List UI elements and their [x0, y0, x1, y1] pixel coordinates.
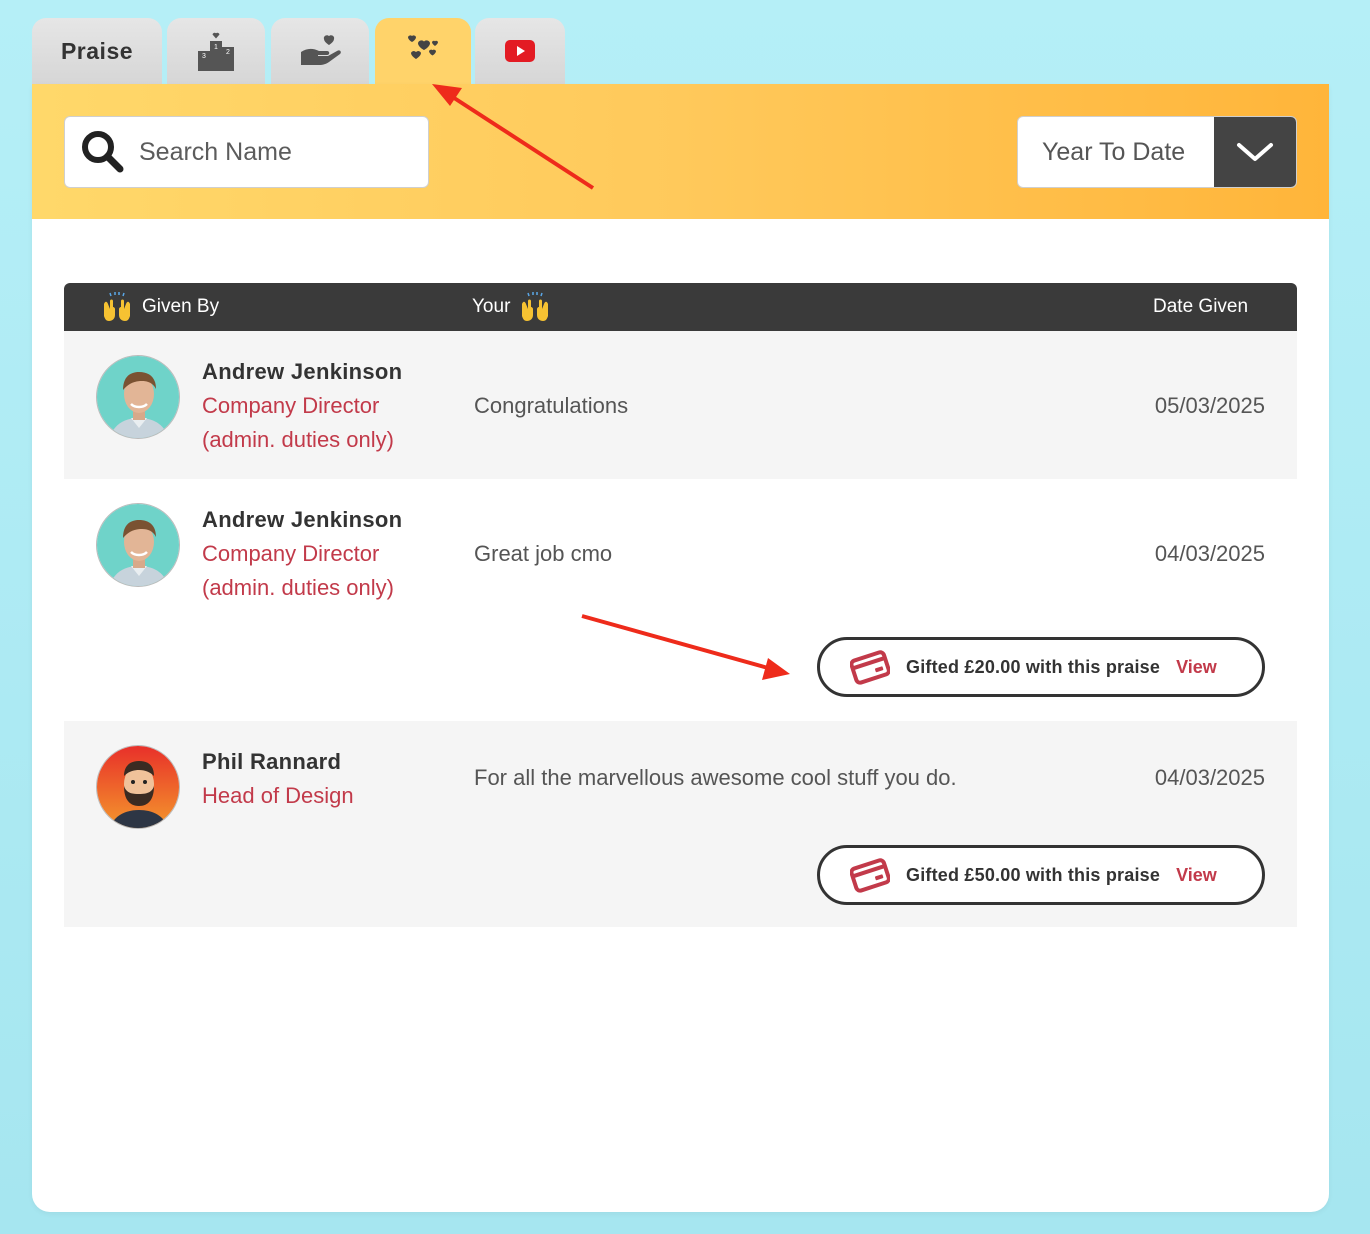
avatar-phil-rannard-image: [97, 746, 179, 828]
table-row: Andrew Jenkinson Company Director (admin…: [64, 479, 1297, 721]
heart-in-hand-icon: [301, 35, 341, 65]
praise-date: 04/03/2025: [1154, 765, 1265, 790]
praise-table-header: Given By Your Date Given: [64, 283, 1297, 331]
search-box[interactable]: [64, 116, 429, 188]
giver-name[interactable]: Phil Rannard: [202, 745, 354, 779]
raising-hands-icon: [522, 292, 549, 321]
praise-date: 04/03/2025: [1154, 541, 1265, 566]
svg-text:1: 1: [214, 44, 218, 51]
gift-view-link[interactable]: View: [1176, 865, 1217, 886]
praise-date: 05/03/2025: [1154, 393, 1265, 418]
giver-name[interactable]: Andrew Jenkinson: [202, 355, 402, 389]
avatar[interactable]: [96, 745, 180, 829]
avatar[interactable]: [96, 355, 180, 439]
giver-name[interactable]: Andrew Jenkinson: [202, 503, 402, 537]
gift-card-icon: [850, 650, 890, 685]
period-dropdown-button[interactable]: [1214, 117, 1296, 187]
avatar[interactable]: [96, 503, 180, 587]
svg-text:3: 3: [202, 53, 206, 60]
gift-badge: Gifted £50.00 with this praise View: [817, 845, 1265, 905]
podium-icon: 1 3 2: [198, 32, 234, 71]
gift-badge: Gifted £20.00 with this praise View: [817, 637, 1265, 697]
column-date-given: Date Given: [1153, 283, 1248, 331]
column-your-label: Your: [472, 296, 511, 317]
avatar-andrew-jenkinson-image: [97, 504, 179, 586]
giver-info: Andrew Jenkinson Company Director (admin…: [202, 503, 402, 605]
svg-text:2: 2: [226, 49, 230, 56]
giver-role: Head of Design: [202, 783, 354, 808]
giver-role: Company Director: [202, 541, 380, 566]
praise-message: Congratulations: [474, 393, 629, 418]
table-row: Andrew Jenkinson Company Director (admin…: [64, 331, 1297, 479]
praise-panel: Year To Date Given By Your: [32, 84, 1329, 1212]
raising-hands-icon: [104, 292, 130, 321]
gift-view-link[interactable]: View: [1176, 657, 1217, 678]
column-given-by: Given By: [102, 283, 219, 331]
column-given-by-label: Given By: [142, 296, 220, 317]
column-date-given-label: Date Given: [1153, 296, 1249, 317]
gift-amount-text: Gifted £50.00 with this praise: [906, 864, 1161, 885]
gift-amount-text: Gifted £20.00 with this praise: [906, 656, 1161, 677]
tab-praise-label: Praise: [60, 37, 134, 64]
gift-card-icon: [850, 858, 890, 893]
tab-praise[interactable]: Praise: [32, 18, 162, 84]
giver-info: Andrew Jenkinson Company Director (admin…: [202, 355, 402, 457]
avatar-andrew-jenkinson-image: [97, 356, 179, 438]
praise-message: For all the marvellous awesome cool stuf…: [474, 765, 957, 790]
giver-role-detail: (admin. duties only): [202, 575, 394, 600]
table-row: Phil Rannard Head of Design For all the …: [64, 721, 1297, 927]
chevron-down-icon: [1237, 143, 1273, 161]
giver-role: Company Director: [202, 393, 380, 418]
tab-videos[interactable]: [475, 18, 565, 84]
tab-leaderboard[interactable]: 1 3 2: [167, 18, 265, 84]
tab-giving[interactable]: [271, 18, 369, 84]
period-select[interactable]: Year To Date: [1017, 116, 1297, 188]
search-input[interactable]: [139, 137, 419, 167]
youtube-icon: [505, 40, 535, 62]
giver-role-detail: (admin. duties only): [202, 427, 394, 452]
column-your-praise: Your: [472, 283, 550, 331]
filter-toolbar: Year To Date: [32, 84, 1329, 219]
tab-received-praise[interactable]: [375, 18, 471, 84]
hearts-icon: [408, 35, 438, 59]
praise-message: Great job cmo: [474, 541, 613, 566]
search-icon: [82, 131, 124, 173]
giver-info: Phil Rannard Head of Design: [202, 745, 354, 813]
period-select-value: Year To Date: [1042, 137, 1186, 166]
